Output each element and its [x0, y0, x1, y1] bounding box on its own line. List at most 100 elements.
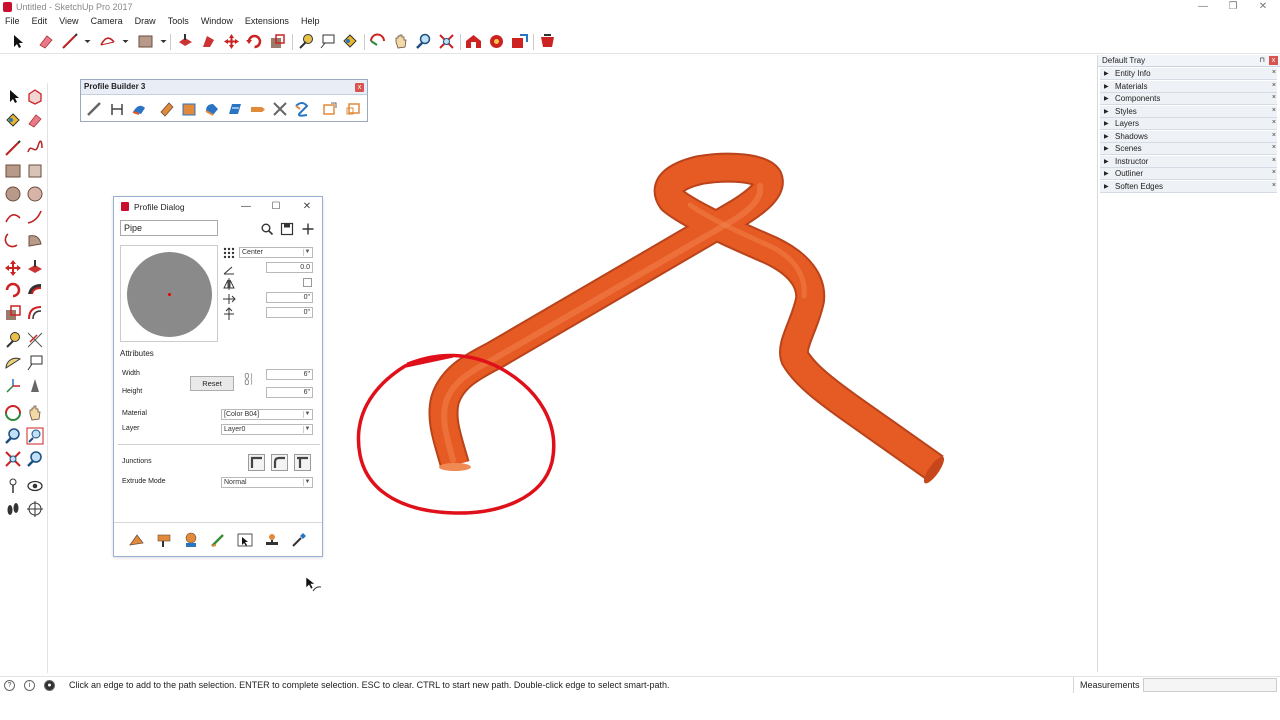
menu-window[interactable]: Window: [201, 15, 233, 26]
offset-x-field[interactable]: 0": [266, 292, 313, 303]
add-icon[interactable]: [301, 222, 315, 236]
orbit-icon[interactable]: [3, 403, 23, 423]
make-component-icon[interactable]: [25, 87, 45, 107]
tray-item-instructor[interactable]: ▶ Instructor ×: [1100, 156, 1277, 168]
menu-help[interactable]: Help: [301, 15, 320, 26]
three-point-arc-icon[interactable]: [3, 230, 23, 250]
arc-icon[interactable]: [3, 207, 23, 227]
arc-dropdown-icon[interactable]: [116, 32, 129, 51]
tray-item-styles[interactable]: ▶ Styles ×: [1100, 106, 1277, 118]
section-plane-icon[interactable]: [25, 499, 45, 519]
close-icon[interactable]: ×: [1272, 132, 1276, 139]
polygon-icon[interactable]: [25, 184, 45, 204]
eyedropper-icon[interactable]: [290, 531, 308, 549]
rotation-field[interactable]: 0.0: [266, 262, 313, 273]
close-button[interactable]: ✕: [1248, 0, 1278, 14]
select-icon[interactable]: [3, 87, 23, 107]
tray-close-button[interactable]: x: [1269, 56, 1278, 65]
minimize-button[interactable]: —: [1188, 0, 1218, 14]
build-along-path-icon[interactable]: [85, 100, 103, 118]
push-pull-icon[interactable]: [176, 32, 195, 51]
material-select[interactable]: [Color B04] ▼: [221, 409, 313, 420]
split-icon[interactable]: [271, 100, 289, 118]
eraser-icon[interactable]: [25, 110, 45, 130]
quantifier-icon[interactable]: [249, 100, 267, 118]
tray-pin-icon[interactable]: ⊓: [1260, 56, 1265, 64]
measurements-input[interactable]: [1143, 678, 1277, 692]
profile-builder-close-button[interactable]: x: [355, 83, 364, 92]
line-tool-icon[interactable]: [60, 32, 79, 51]
tray-item-components[interactable]: ▶ Components ×: [1100, 93, 1277, 105]
paint-bucket-icon[interactable]: [340, 32, 359, 51]
rotated-rectangle-icon[interactable]: [25, 161, 45, 181]
menu-edit[interactable]: Edit: [32, 15, 48, 26]
move-icon[interactable]: [3, 258, 23, 278]
rectangle-icon[interactable]: [3, 161, 23, 181]
credits-icon[interactable]: i: [24, 680, 35, 691]
line-dropdown-icon[interactable]: [78, 32, 91, 51]
close-icon[interactable]: ×: [1272, 94, 1276, 101]
menu-camera[interactable]: Camera: [91, 15, 123, 26]
tape-measure-icon[interactable]: [3, 330, 23, 350]
extrude-mode-select[interactable]: Normal ▼: [221, 477, 313, 488]
shapes-tool-icon[interactable]: [136, 32, 155, 51]
close-icon[interactable]: ×: [1272, 82, 1276, 89]
layer-select[interactable]: Layer0 ▼: [221, 424, 313, 435]
menu-extensions[interactable]: Extensions: [245, 15, 289, 26]
close-icon[interactable]: ×: [1272, 69, 1276, 76]
dimension-icon[interactable]: [25, 330, 45, 350]
rotate-tool-icon[interactable]: [245, 32, 264, 51]
close-icon[interactable]: ×: [1272, 107, 1276, 114]
two-point-arc-icon[interactable]: [25, 207, 45, 227]
build-by-length-icon[interactable]: [108, 100, 126, 118]
walk-icon[interactable]: [3, 499, 23, 519]
profile-builder-header[interactable]: Profile Builder 3 x: [81, 80, 367, 95]
warehouse-icon[interactable]: [464, 32, 483, 51]
close-icon[interactable]: ×: [1272, 157, 1276, 164]
select-tool-icon[interactable]: [8, 32, 27, 51]
profile-library-icon[interactable]: [158, 100, 176, 118]
tray-item-scenes[interactable]: ▶ Scenes ×: [1100, 143, 1277, 155]
extension-warehouse-icon[interactable]: [487, 32, 506, 51]
tray-item-outliner[interactable]: ▶ Outliner ×: [1100, 168, 1277, 180]
close-icon[interactable]: ×: [1272, 182, 1276, 189]
extension-manager-icon[interactable]: [538, 32, 557, 51]
close-icon[interactable]: ×: [1272, 119, 1276, 126]
circle-icon[interactable]: [3, 184, 23, 204]
axes-icon[interactable]: [3, 376, 23, 396]
pan-tool-icon[interactable]: [391, 32, 410, 51]
edit-profile-icon[interactable]: [226, 100, 244, 118]
build-by-path-icon[interactable]: [130, 100, 148, 118]
3d-text-icon[interactable]: [25, 376, 45, 396]
tray-item-materials[interactable]: ▶ Materials ×: [1100, 81, 1277, 93]
pipe-3d-model[interactable]: [428, 152, 947, 486]
width-field[interactable]: 6": [266, 369, 313, 380]
tray-header[interactable]: Default Tray ⊓ x: [1098, 55, 1280, 67]
tray-item-entity-info[interactable]: ▶ Entity Info ×: [1100, 68, 1277, 80]
menu-tools[interactable]: Tools: [168, 15, 189, 26]
offset-y-field[interactable]: 0": [266, 307, 313, 318]
move-tool-icon[interactable]: [222, 32, 241, 51]
position-camera-icon[interactable]: [3, 476, 23, 496]
pie-icon[interactable]: [25, 230, 45, 250]
search-icon[interactable]: [260, 222, 274, 236]
paint-icon[interactable]: [3, 110, 23, 130]
text-tool-icon[interactable]: [318, 32, 337, 51]
profile-preview[interactable]: [120, 245, 218, 342]
tray-item-shadows[interactable]: ▶ Shadows ×: [1100, 131, 1277, 143]
restore-button[interactable]: ❐: [1218, 0, 1248, 14]
menu-file[interactable]: File: [5, 15, 20, 26]
assembly-icon[interactable]: [180, 100, 198, 118]
text-icon[interactable]: [25, 353, 45, 373]
save-icon[interactable]: [280, 222, 294, 236]
look-around-icon[interactable]: [25, 476, 45, 496]
protractor-icon[interactable]: [3, 353, 23, 373]
profile-name-input[interactable]: Pipe: [120, 220, 218, 236]
junction-rounded-icon[interactable]: [271, 454, 288, 471]
user-account-icon[interactable]: ●: [44, 680, 55, 691]
zoom-tool-icon[interactable]: [414, 32, 433, 51]
follow-me-icon[interactable]: [25, 280, 45, 300]
scale-icon[interactable]: [3, 303, 23, 323]
zoom-extents-icon[interactable]: [437, 32, 456, 51]
eraser-tool-icon[interactable]: [36, 32, 55, 51]
